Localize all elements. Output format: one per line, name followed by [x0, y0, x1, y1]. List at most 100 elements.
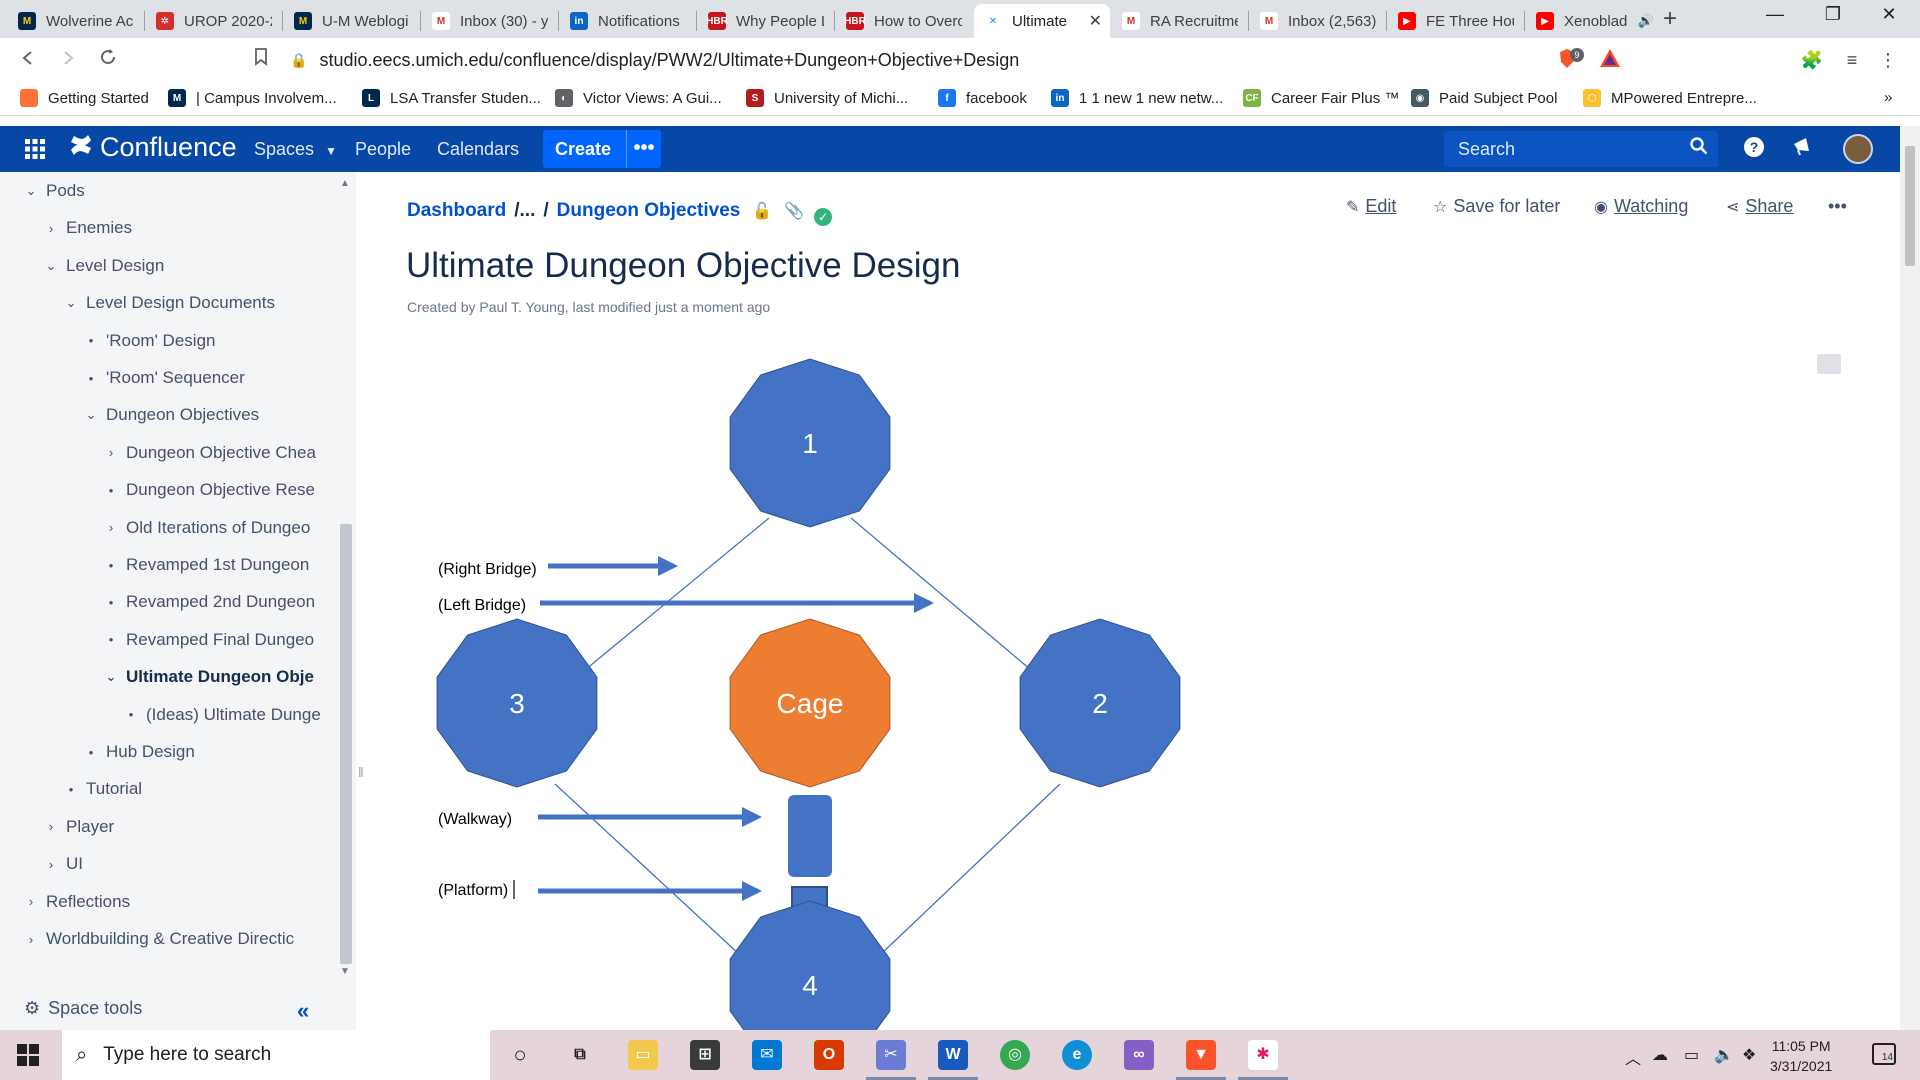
sidebar-tree-item[interactable]: ⌄ Level Design Documents: [62, 288, 275, 318]
minimize-button[interactable]: —: [1752, 4, 1798, 25]
restore-button[interactable]: ❐: [1810, 4, 1856, 25]
bookmark-item[interactable]: f facebook: [938, 89, 1027, 107]
sidebar-tree-item[interactable]: ⌄ Pods: [22, 176, 85, 206]
chevron-down-icon[interactable]: ⌄: [102, 669, 120, 685]
confluence-logo[interactable]: Confluence: [70, 132, 237, 163]
browser-tab[interactable]: M Wolverine Ac: [8, 4, 144, 38]
sidebar-tree-item[interactable]: › Dungeon Objective Chea: [102, 438, 316, 468]
sidebar-scrollbar[interactable]: ▲ ▼: [336, 172, 356, 982]
microsoft-store-icon[interactable]: ⊞: [690, 1040, 720, 1070]
new-tab-button[interactable]: +: [1663, 5, 1677, 33]
share-button[interactable]: ⋖ Share: [1726, 196, 1793, 217]
help-icon[interactable]: ?: [1741, 136, 1767, 162]
nav-calendars[interactable]: Calendars: [437, 139, 519, 160]
tab-audio-icon[interactable]: 🔊: [1638, 13, 1654, 29]
tray-overflow-chevron-icon[interactable]: ︿: [1625, 1045, 1641, 1069]
menu-kebab-icon[interactable]: ⋮: [1876, 48, 1900, 72]
sidebar-tree-item[interactable]: › Player: [42, 812, 114, 842]
bookmark-item[interactable]: L LSA Transfer Studen...: [362, 89, 541, 107]
reload-button[interactable]: [94, 46, 122, 74]
chevron-right-icon[interactable]: ›: [42, 221, 60, 236]
close-window-button[interactable]: ✕: [1866, 4, 1912, 25]
brave-browser-icon[interactable]: ▼: [1186, 1040, 1216, 1070]
sidebar-tree-item[interactable]: › UI: [42, 849, 83, 879]
scroll-up-arrow-icon[interactable]: ▲: [340, 178, 350, 189]
sidebar-tree-item[interactable]: • Dungeon Objective Rese: [102, 475, 315, 505]
sidebar-resize-handle[interactable]: ‖: [358, 764, 364, 780]
sidebar-tree-item[interactable]: • Revamped 2nd Dungeon: [102, 587, 315, 617]
onedrive-cloud-icon[interactable]: ☁: [1652, 1045, 1668, 1065]
sidebar-tree-item[interactable]: • 'Room' Design: [82, 326, 216, 356]
bookmark-item[interactable]: Getting Started: [20, 89, 149, 107]
chevron-right-icon[interactable]: ›: [102, 445, 120, 460]
breadcrumb-dashboard[interactable]: Dashboard: [407, 200, 506, 222]
sidebar-tree-item[interactable]: › Worldbuilding & Creative Directic: [22, 924, 294, 954]
breadcrumb-ellipsis[interactable]: /...: [514, 200, 535, 222]
sidebar-tree-item[interactable]: › Old Iterations of Dungeo: [102, 513, 310, 543]
page-scroll-thumb[interactable]: [1905, 146, 1915, 266]
snip-sketch-icon[interactable]: ✂: [876, 1040, 906, 1070]
app-switcher-icon[interactable]: [24, 138, 46, 166]
word-icon[interactable]: W: [938, 1040, 968, 1070]
watching-button[interactable]: ◉ Watching: [1594, 196, 1688, 217]
task-view-icon[interactable]: ⧉: [565, 1040, 595, 1070]
browser-tab[interactable]: ✲ UROP 2020-2: [146, 4, 282, 38]
tab-close-icon[interactable]: ✕: [1089, 11, 1102, 31]
space-tools-button[interactable]: ⚙ Space tools: [24, 998, 142, 1019]
browser-tab[interactable]: ▶ FE Three Hou: [1388, 4, 1524, 38]
sidebar-tree-item[interactable]: • Revamped 1st Dungeon: [102, 550, 310, 580]
bookmark-item[interactable]: in 1 1 new 1 new netw...: [1051, 89, 1223, 107]
playlist-icon[interactable]: ≡: [1840, 48, 1864, 72]
search-input[interactable]: Search: [1444, 131, 1718, 167]
bookmark-item[interactable]: ◐ Victor Views: A Gui...: [555, 89, 722, 107]
notifications-megaphone-icon[interactable]: [1789, 136, 1815, 162]
chevron-down-icon[interactable]: ⌄: [42, 258, 60, 274]
save-for-later-button[interactable]: ☆ Save for later: [1433, 196, 1560, 217]
sidebar-scroll-thumb[interactable]: [340, 524, 352, 964]
mail-icon[interactable]: ✉: [752, 1040, 782, 1070]
chevron-right-icon[interactable]: ›: [22, 894, 40, 909]
sidebar-tree-item[interactable]: • 'Room' Sequencer: [82, 363, 245, 393]
forward-button[interactable]: [54, 46, 82, 74]
office-icon[interactable]: O: [814, 1040, 844, 1070]
edit-button[interactable]: ✎ Edit: [1346, 196, 1396, 217]
nav-people[interactable]: People: [355, 139, 411, 160]
volume-icon[interactable]: 🔈: [1714, 1045, 1734, 1065]
bookmark-item[interactable]: CF Career Fair Plus ™: [1243, 89, 1399, 107]
browser-tab[interactable]: M U-M Weblogi: [284, 4, 420, 38]
sidebar-tree-item[interactable]: • Hub Design: [82, 737, 195, 767]
battery-icon[interactable]: ▭: [1684, 1045, 1699, 1065]
create-button[interactable]: Create: [543, 139, 626, 160]
extensions-puzzle-icon[interactable]: 🧩: [1800, 48, 1824, 72]
bookmark-page-button[interactable]: [247, 46, 275, 74]
edge-icon[interactable]: e: [1062, 1040, 1092, 1070]
chevron-right-icon[interactable]: ›: [22, 932, 40, 947]
slack-icon[interactable]: ✱: [1248, 1040, 1278, 1070]
browser-tab[interactable]: in Notifications: [560, 4, 696, 38]
sidebar-tree-item[interactable]: ⌄ Ultimate Dungeon Obje: [102, 662, 314, 692]
browser-tab[interactable]: HBR How to Overc: [836, 4, 972, 38]
sidebar-tree-item[interactable]: • (Ideas) Ultimate Dunge: [122, 700, 321, 730]
sidebar-tree-item[interactable]: ⌄ Level Design: [42, 251, 165, 281]
chevron-down-icon[interactable]: ⌄: [82, 407, 100, 423]
bookmark-item[interactable]: ⬡ MPowered Entrepre...: [1583, 89, 1757, 107]
browser-tab[interactable]: M Inbox (30) - y: [422, 4, 558, 38]
dropbox-icon[interactable]: ❖: [1742, 1045, 1756, 1065]
browser-tab[interactable]: ▶ Xenoblad 🔊: [1526, 4, 1662, 38]
chevron-right-icon[interactable]: ›: [42, 857, 60, 872]
chevron-down-icon[interactable]: ⌄: [62, 295, 80, 311]
bookmarks-overflow-button[interactable]: »: [1884, 89, 1892, 106]
back-button[interactable]: [14, 46, 42, 74]
bookmark-item[interactable]: S University of Michi...: [746, 89, 908, 107]
breadcrumb-dungeon-objectives[interactable]: Dungeon Objectives: [557, 200, 741, 222]
sidebar-tree-item[interactable]: › Enemies: [42, 213, 132, 243]
more-actions-button[interactable]: •••: [1828, 196, 1847, 217]
collapse-sidebar-button[interactable]: «: [297, 998, 309, 1024]
attachment-paperclip-icon[interactable]: 📎: [784, 201, 804, 221]
brave-rewards-icon[interactable]: [1598, 48, 1622, 72]
browser-tab[interactable]: M Inbox (2,563): [1250, 4, 1386, 38]
sidebar-tree-item[interactable]: • Revamped Final Dungeo: [102, 625, 314, 655]
cortana-circle-icon[interactable]: ○: [505, 1040, 535, 1070]
page-scrollbar[interactable]: [1900, 126, 1920, 1030]
create-more-button[interactable]: •••: [626, 130, 661, 168]
